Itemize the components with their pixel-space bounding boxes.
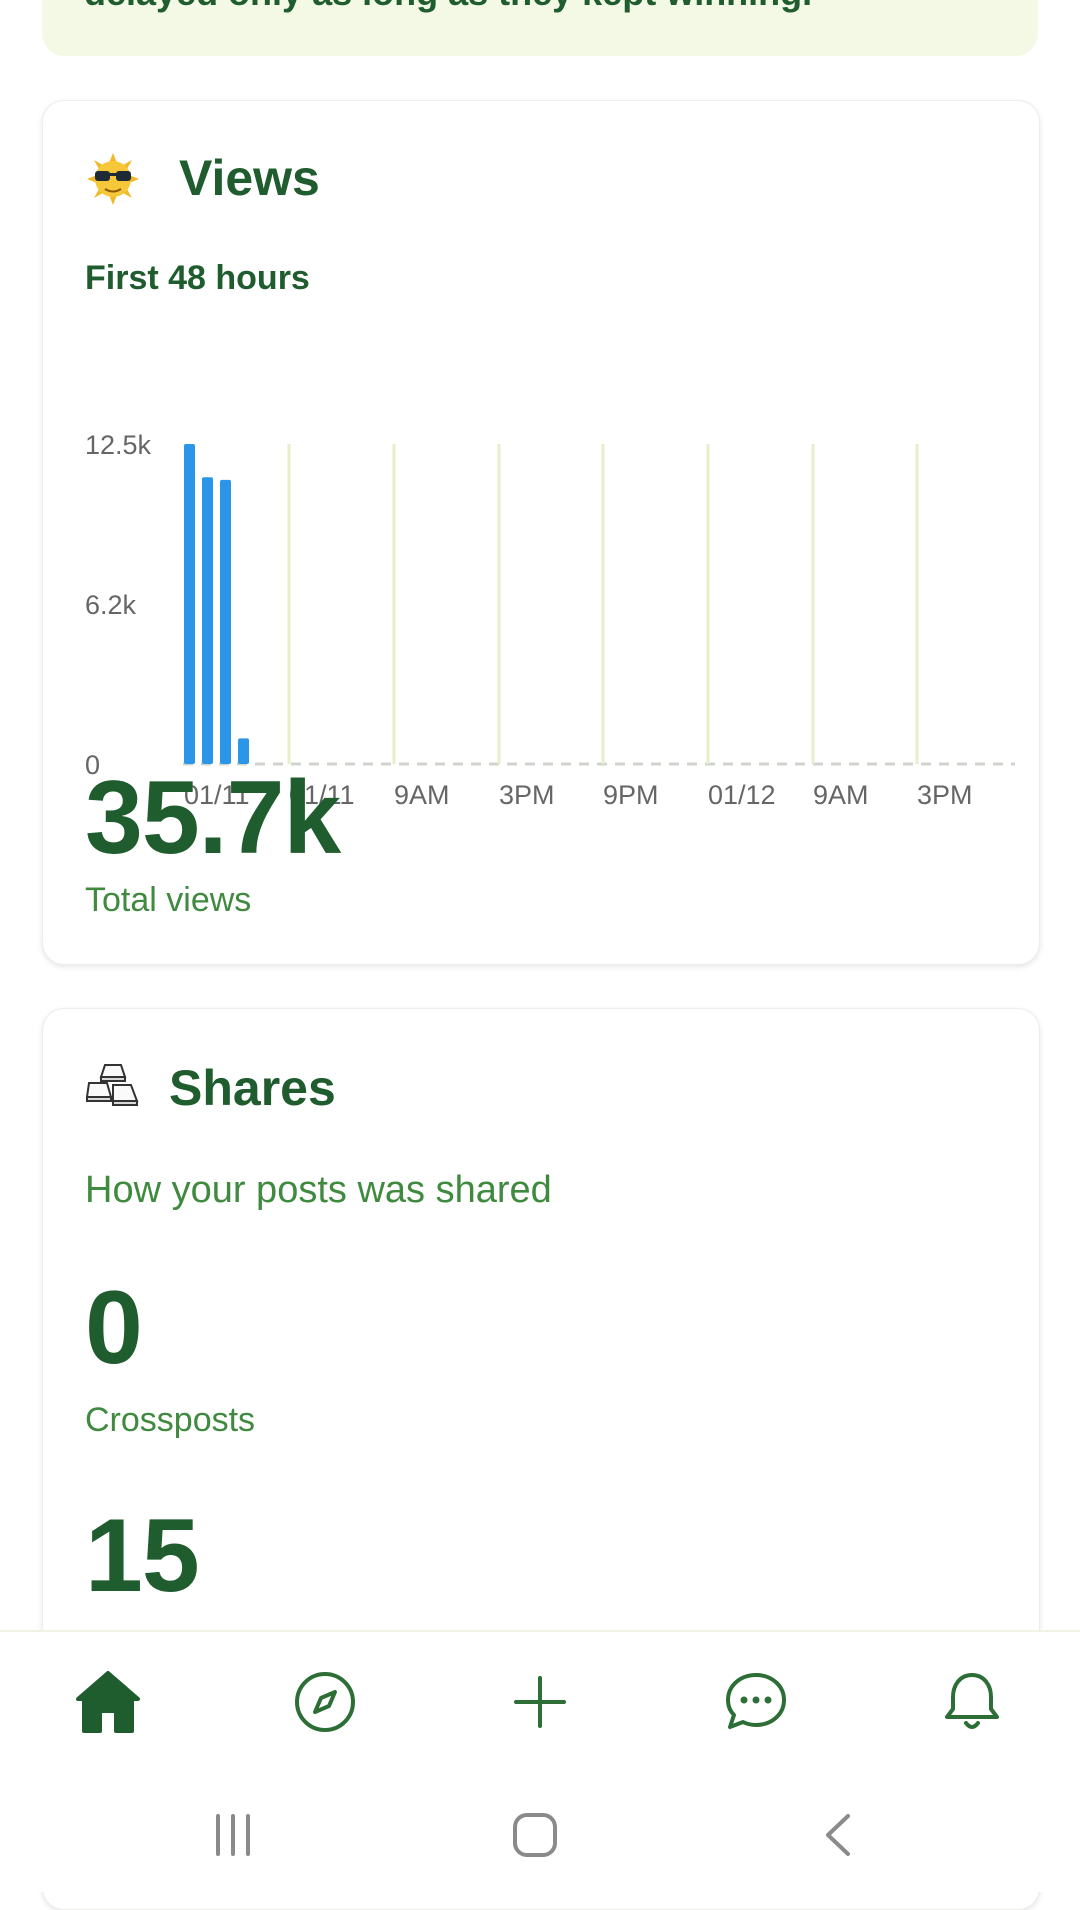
home-icon bbox=[76, 1671, 140, 1733]
recent-apps-button[interactable] bbox=[198, 1800, 268, 1870]
compass-icon bbox=[295, 1672, 355, 1732]
x-tick-label: 01/12 bbox=[708, 780, 776, 810]
total-views-value: 35.7k bbox=[85, 760, 341, 876]
plus-icon bbox=[514, 1676, 566, 1728]
keycaps-icon bbox=[85, 1061, 141, 1117]
nav-explore-button[interactable] bbox=[285, 1662, 365, 1742]
views-title: Views bbox=[179, 150, 320, 206]
banner-text: delayed only as long as they kept winnin… bbox=[84, 0, 812, 14]
x-tick-label: 3PM bbox=[499, 780, 555, 810]
back-chevron-icon bbox=[826, 1814, 850, 1856]
y-tick-label: 12.5k bbox=[85, 430, 152, 460]
chart-bar bbox=[184, 444, 195, 764]
home-system-button[interactable] bbox=[500, 1800, 570, 1870]
crossposts-value: 0 bbox=[85, 1270, 143, 1386]
nav-chat-button[interactable] bbox=[716, 1662, 796, 1742]
top-banner: delayed only as long as they kept winnin… bbox=[42, 0, 1038, 56]
bell-icon bbox=[945, 1673, 999, 1729]
total-views-label: Total views bbox=[85, 881, 252, 919]
x-tick-label: 3PM bbox=[917, 780, 973, 810]
crossposts-label: Crossposts bbox=[85, 1401, 256, 1439]
shares-title: Shares bbox=[169, 1060, 336, 1116]
system-nav-bar bbox=[0, 1778, 1080, 1892]
shares-second-value: 15 bbox=[85, 1498, 200, 1614]
home-square-icon bbox=[513, 1813, 557, 1857]
views-chart: 12.5k6.2k001/11 01/11 9AM 3PM 9PM 01/12 9AM 3PM bbox=[85, 430, 1015, 810]
sunglasses-sun-icon bbox=[85, 151, 141, 207]
views-card: Views First 48 hours 12.5k 6.2k 0 01/11 01/1… bbox=[42, 100, 1040, 965]
nav-notifications-button[interactable] bbox=[932, 1662, 1012, 1742]
chart-bar bbox=[202, 477, 213, 764]
x-tick-label: 9PM bbox=[603, 780, 659, 810]
x-tick-label: 9AM bbox=[394, 780, 450, 810]
nav-home-button[interactable] bbox=[68, 1662, 148, 1742]
recent-apps-icon bbox=[216, 1814, 250, 1856]
views-subtitle: First 48 hours bbox=[85, 259, 310, 297]
y-tick-label: 6.2k bbox=[85, 590, 137, 620]
x-tick-label: 9AM bbox=[813, 780, 869, 810]
shares-subtitle: How your posts was shared bbox=[85, 1169, 552, 1211]
nav-create-button[interactable] bbox=[500, 1662, 580, 1742]
chat-bubble-icon bbox=[726, 1673, 786, 1729]
bottom-nav bbox=[0, 1630, 1080, 1780]
chart-bar bbox=[220, 479, 231, 764]
back-button[interactable] bbox=[803, 1800, 873, 1870]
